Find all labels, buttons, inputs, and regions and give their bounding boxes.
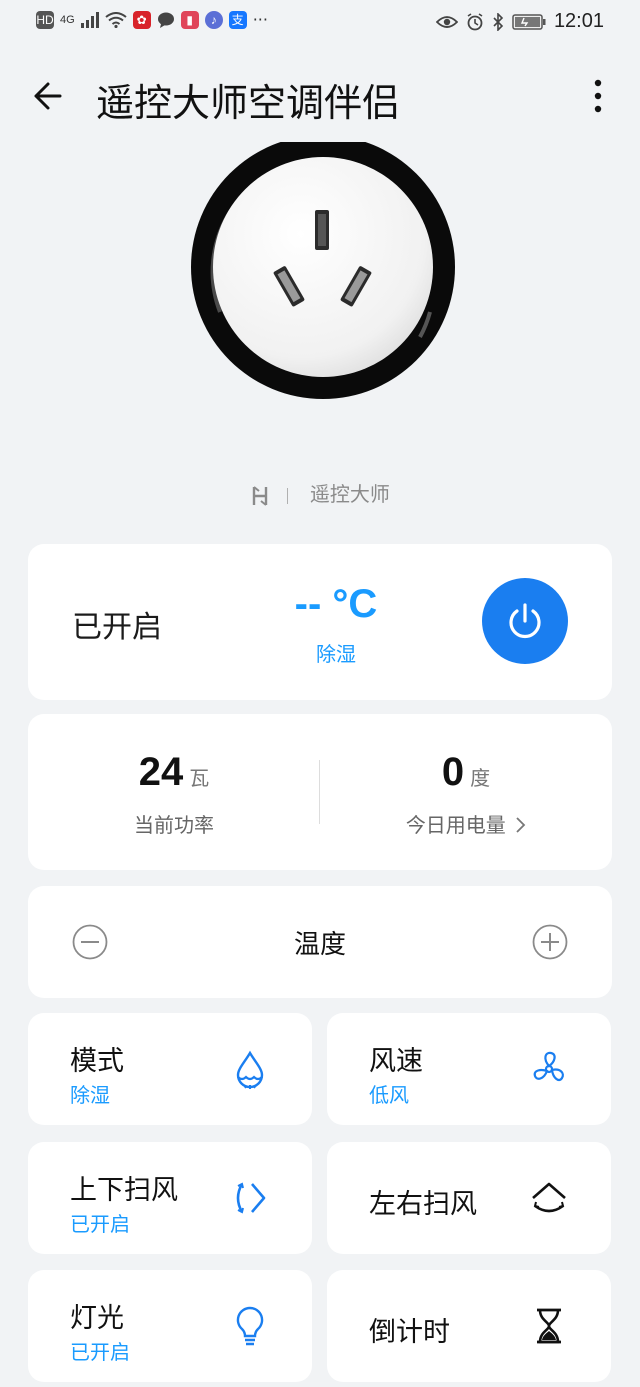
- brand-line: 遥控大师: [0, 478, 640, 507]
- device-image: [190, 135, 458, 400]
- current-power-stat: 24 瓦 当前功率: [28, 750, 320, 838]
- fan-speed-tile-value: 低风: [369, 1083, 409, 1107]
- message-icon: [157, 12, 174, 28]
- status-bar-left: HD 4G ✿ ▮ ♪ 支 ···: [36, 10, 268, 29]
- smart-plug-illustration: [191, 135, 455, 399]
- status-bar: HD 4G ✿ ▮ ♪ 支 ··· 12:01: [0, 0, 640, 44]
- status-card: 已开启 -- °C 除湿: [28, 544, 612, 700]
- vertical-swing-icon: [236, 1182, 266, 1214]
- bluetooth-icon: [493, 12, 504, 31]
- alarm-icon: [467, 12, 483, 30]
- today-energy-stat[interactable]: 0度 今日用电量: [320, 750, 612, 838]
- vertical-swing-tile-value: 已开启: [70, 1212, 130, 1236]
- chevron-right-icon: [516, 817, 526, 833]
- horizontal-swing-tile[interactable]: 左右扫风: [327, 1142, 611, 1254]
- vertical-swing-tile[interactable]: 上下扫风 已开启: [28, 1142, 312, 1254]
- countdown-tile[interactable]: 倒计时: [327, 1270, 611, 1382]
- energy-label: 今日用电量: [405, 813, 506, 837]
- status-bar-right: 12:01: [435, 10, 604, 33]
- device-state-label: 已开启: [72, 610, 162, 645]
- horizontal-swing-tile-title: 左右扫风: [369, 1189, 477, 1220]
- power-button[interactable]: [482, 578, 568, 664]
- light-tile-title: 灯光: [70, 1303, 124, 1334]
- temperature-label: 温度: [293, 930, 346, 960]
- music-app-icon: ♪: [204, 10, 223, 29]
- hd-badge: HD: [36, 10, 54, 29]
- brand-separator: [286, 487, 288, 504]
- fan-speed-tile-title: 风速: [369, 1046, 423, 1077]
- more-vertical-icon: [594, 79, 602, 113]
- mode-tile-title: 模式: [70, 1046, 124, 1077]
- arrow-left-icon: [34, 82, 62, 110]
- temperature-display: -- °C: [294, 582, 378, 626]
- app-notification-icon: ✿: [132, 10, 151, 29]
- wifi-icon: [105, 11, 127, 28]
- light-bulb-icon: [236, 1306, 264, 1346]
- reader-app-icon: ▮: [180, 10, 199, 29]
- energy-stats-card: 24 瓦 当前功率 0度 今日用电量: [28, 714, 612, 870]
- temperature-control-card: 温度: [28, 886, 612, 998]
- mode-tile[interactable]: 模式 除湿: [28, 1013, 312, 1125]
- light-tile[interactable]: 灯光 已开启: [28, 1270, 312, 1382]
- page-title: 遥控大师空调伴侣: [96, 81, 401, 125]
- horizontal-swing-icon: [532, 1182, 566, 1213]
- power-value: 24: [138, 750, 184, 794]
- more-notifications-icon: ···: [252, 10, 268, 29]
- plus-circle-icon: [532, 924, 568, 960]
- power-unit: 瓦: [189, 766, 210, 790]
- status-time: 12:01: [553, 10, 604, 32]
- mode-tile-value: 除湿: [70, 1083, 110, 1107]
- fan-speed-tile[interactable]: 风速 低风: [327, 1013, 611, 1125]
- back-button[interactable]: [30, 74, 74, 118]
- fan-icon: [533, 1051, 564, 1082]
- countdown-tile-title: 倒计时: [369, 1317, 450, 1348]
- power-label: 当前功率: [134, 813, 214, 837]
- signal-4g-label: 4G: [60, 13, 75, 26]
- temperature-increase-button[interactable]: [532, 924, 568, 960]
- brand-logo-icon: [252, 485, 268, 506]
- battery-icon: [512, 13, 546, 30]
- power-icon: [509, 603, 541, 639]
- vertical-swing-tile-title: 上下扫风: [70, 1175, 178, 1206]
- light-tile-value: 已开启: [70, 1340, 130, 1364]
- energy-unit: 度: [470, 766, 491, 790]
- eye-comfort-icon: [435, 15, 458, 28]
- hourglass-icon: [537, 1308, 561, 1344]
- alipay-icon: 支: [228, 10, 247, 29]
- water-drop-icon: [236, 1050, 264, 1089]
- brand-name: 遥控大师: [309, 482, 390, 506]
- app-bar: 遥控大师空调伴侣: [0, 60, 640, 136]
- energy-value: 0: [441, 750, 465, 794]
- current-mode-label: 除湿: [316, 642, 356, 666]
- cellular-signal-icon: [80, 11, 99, 28]
- energy-label-row: 今日用电量: [320, 809, 612, 838]
- more-options-button[interactable]: [586, 74, 610, 118]
